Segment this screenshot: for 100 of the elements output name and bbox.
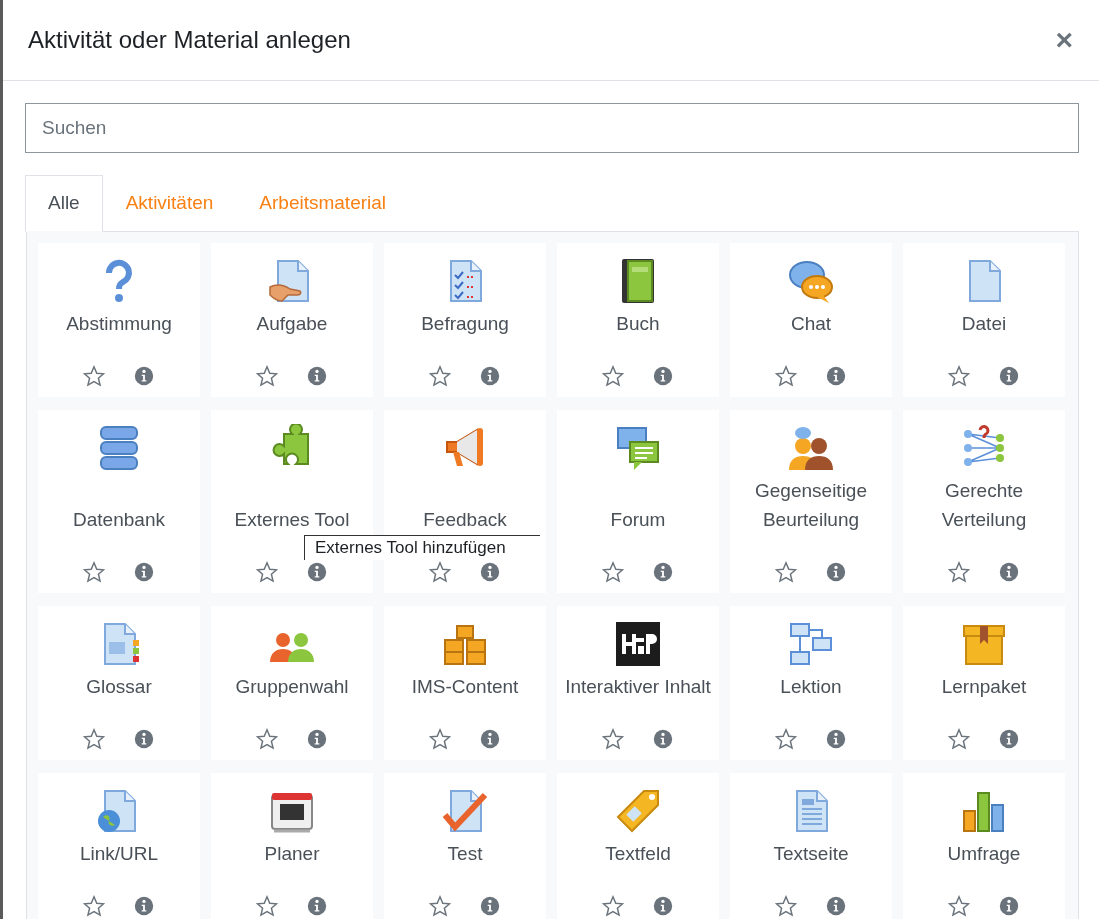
star-icon[interactable] (83, 364, 105, 387)
tooltip: Externes Tool hinzufügen (304, 534, 540, 560)
info-icon[interactable] (306, 727, 328, 750)
activity-card[interactable]: Forum (557, 409, 719, 593)
star-icon[interactable] (256, 560, 278, 583)
info-icon[interactable] (998, 364, 1020, 387)
star-icon[interactable] (602, 364, 624, 387)
info-icon[interactable] (652, 727, 674, 750)
activity-label: Lernpaket (941, 674, 1027, 699)
activity-label: Externes Tool (234, 507, 350, 532)
activity-card[interactable]: Planer (211, 772, 373, 919)
star-icon[interactable] (602, 727, 624, 750)
activity-card[interactable]: Chat (730, 242, 892, 397)
activity-label: Gerechte Verteilung (940, 478, 1028, 532)
activity-label: Abstimmung (66, 311, 172, 336)
activity-label: Gruppenwahl (235, 674, 349, 699)
activity-card[interactable]: Link/URL (38, 772, 200, 919)
star-icon[interactable] (83, 727, 105, 750)
star-icon[interactable] (256, 894, 278, 917)
star-icon[interactable] (948, 560, 970, 583)
info-icon[interactable] (652, 364, 674, 387)
activity-label: Interaktiver Inhalt (565, 674, 711, 699)
star-icon[interactable] (429, 727, 451, 750)
activity-card[interactable]: Aufgabe (211, 242, 373, 397)
activity-label: Buch (616, 311, 660, 336)
logo-icon (614, 619, 662, 668)
info-icon[interactable] (133, 364, 155, 387)
star-icon[interactable] (948, 894, 970, 917)
info-icon[interactable] (479, 894, 501, 917)
activity-label: Gegenseitige Beurteilung (754, 478, 868, 532)
activity-card[interactable]: Datenbank (38, 409, 200, 593)
star-icon[interactable] (83, 560, 105, 583)
activity-label: Aufgabe (256, 311, 328, 336)
activity-card[interactable]: Interaktiver Inhalt (557, 605, 719, 760)
activity-label: IMS-Content (411, 674, 519, 699)
activity-card[interactable]: Abstimmung (38, 242, 200, 397)
star-icon[interactable] (256, 364, 278, 387)
star-icon[interactable] (429, 560, 451, 583)
search-field[interactable]: Suchen (25, 103, 1079, 153)
star-icon[interactable] (83, 894, 105, 917)
tab[interactable]: Alle (25, 175, 103, 232)
activity-label: Lektion (780, 674, 842, 699)
info-icon[interactable] (306, 560, 328, 583)
activity-label: Textseite (773, 841, 849, 866)
close-button[interactable]: × (1051, 25, 1077, 55)
star-icon[interactable] (775, 364, 797, 387)
star-icon[interactable] (602, 894, 624, 917)
activity-card[interactable]: Lernpaket (903, 605, 1065, 760)
info-icon[interactable] (306, 894, 328, 917)
activity-label: Befragung (421, 311, 509, 336)
info-icon[interactable] (825, 560, 847, 583)
activity-label: Glossar (86, 674, 152, 699)
star-icon[interactable] (775, 894, 797, 917)
activity-card[interactable]: Umfrage (903, 772, 1065, 919)
activity-card[interactable]: Gegenseitige Beurteilung (730, 409, 892, 593)
info-icon[interactable] (998, 894, 1020, 917)
info-icon[interactable] (479, 364, 501, 387)
star-icon[interactable] (948, 364, 970, 387)
info-icon[interactable] (133, 560, 155, 583)
activity-label: Textfeld (605, 841, 671, 866)
star-icon[interactable] (775, 560, 797, 583)
star-icon[interactable] (602, 560, 624, 583)
info-icon[interactable] (998, 727, 1020, 750)
activity-card[interactable]: Buch (557, 242, 719, 397)
activity-label: Umfrage (947, 841, 1021, 866)
activity-card[interactable]: Test (384, 772, 546, 919)
star-icon[interactable] (429, 894, 451, 917)
star-icon[interactable] (429, 364, 451, 387)
activity-card[interactable]: Lektion (730, 605, 892, 760)
info-icon[interactable] (825, 894, 847, 917)
activity-label: Test (447, 841, 483, 866)
info-icon[interactable] (652, 894, 674, 917)
activity-card[interactable]: Datei (903, 242, 1065, 397)
activity-card[interactable]: IMS-Content (384, 605, 546, 760)
activity-label: Planer (264, 841, 320, 866)
activity-label: Feedback (423, 507, 507, 532)
activity-card[interactable]: Glossar (38, 605, 200, 760)
info-icon[interactable] (825, 727, 847, 750)
info-icon[interactable] (133, 894, 155, 917)
activity-card[interactable]: Gerechte Verteilung (903, 409, 1065, 593)
info-icon[interactable] (133, 727, 155, 750)
info-icon[interactable] (825, 364, 847, 387)
activity-card[interactable]: Textfeld (557, 772, 719, 919)
dialog-title: Aktivität oder Material anlegen (28, 25, 351, 55)
activity-label: Link/URL (79, 841, 159, 866)
info-icon[interactable] (306, 364, 328, 387)
star-icon[interactable] (775, 727, 797, 750)
activity-label: Datei (961, 311, 1007, 336)
activity-label: Datenbank (73, 507, 165, 532)
info-icon[interactable] (479, 560, 501, 583)
activity-card[interactable]: Befragung (384, 242, 546, 397)
info-icon[interactable] (998, 560, 1020, 583)
info-icon[interactable] (479, 727, 501, 750)
info-icon[interactable] (652, 560, 674, 583)
activity-card[interactable]: Textseite (730, 772, 892, 919)
activity-card[interactable]: Gruppenwahl (211, 605, 373, 760)
activity-label: Chat (790, 311, 832, 336)
activity-label: Forum (610, 507, 666, 532)
star-icon[interactable] (948, 727, 970, 750)
star-icon[interactable] (256, 727, 278, 750)
